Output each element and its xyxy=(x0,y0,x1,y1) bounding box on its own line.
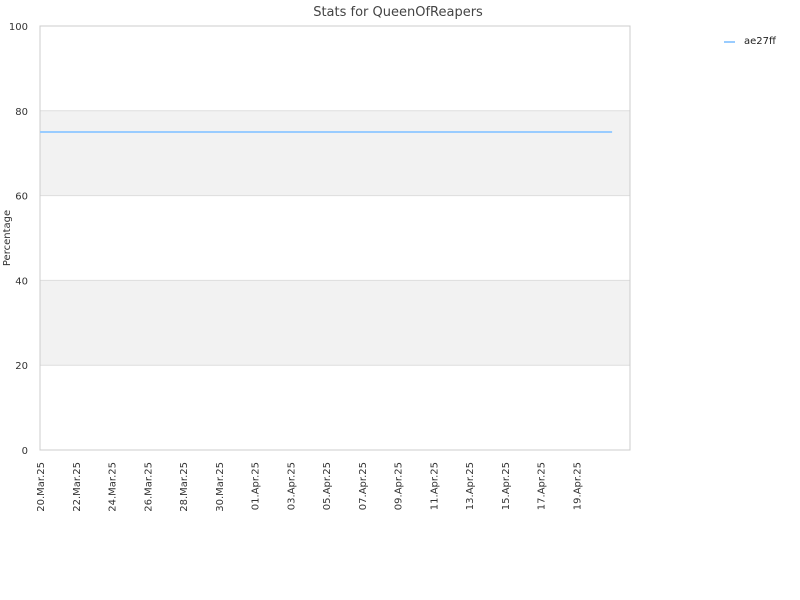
x-tick-label: 05.Apr.25 xyxy=(322,462,333,510)
x-tick-label: 17.Apr.25 xyxy=(537,462,548,510)
y-tick-label: 60 xyxy=(15,192,28,203)
x-tick-label: 26.Mar.25 xyxy=(143,462,154,512)
x-tick-label: 19.Apr.25 xyxy=(572,462,583,510)
y-tick-label: 100 xyxy=(9,22,28,33)
x-tick-label: 28.Mar.25 xyxy=(179,462,190,512)
y-tick-label: 20 xyxy=(15,361,28,372)
x-tick-label: 03.Apr.25 xyxy=(286,462,297,510)
x-tick-label: 20.Mar.25 xyxy=(36,462,47,512)
legend: ae27ff xyxy=(724,36,777,47)
x-tick-label: 15.Apr.25 xyxy=(501,462,512,510)
x-tick-label: 11.Apr.25 xyxy=(429,462,440,510)
y-axis-label: Percentage xyxy=(2,210,13,266)
x-tick-label: 24.Mar.25 xyxy=(108,462,119,512)
x-tick-label: 01.Apr.25 xyxy=(251,462,262,510)
x-tick-label: 09.Apr.25 xyxy=(394,462,405,510)
legend-label: ae27ff xyxy=(744,36,777,47)
x-tick-label: 30.Mar.25 xyxy=(215,462,226,512)
x-tick-label: 13.Apr.25 xyxy=(465,462,476,510)
y-tick-label: 40 xyxy=(15,276,28,287)
y-tick-label: 0 xyxy=(22,446,28,457)
x-tick-label: 07.Apr.25 xyxy=(358,462,369,510)
grid-band xyxy=(40,280,630,366)
chart: Stats for QueenOfReapers 0 20 40 60 80 100 20.… xyxy=(2,5,777,512)
grid-band xyxy=(40,110,630,196)
plot-area: 0 20 40 60 80 100 20.Mar.25 22.Mar.25 24.Mar.25 2… xyxy=(9,22,631,512)
y-tick-label: 80 xyxy=(15,107,28,118)
chart-title: Stats for QueenOfReapers xyxy=(313,5,483,20)
x-tick-label: 22.Mar.25 xyxy=(72,462,83,512)
plot-frame xyxy=(39,25,631,451)
